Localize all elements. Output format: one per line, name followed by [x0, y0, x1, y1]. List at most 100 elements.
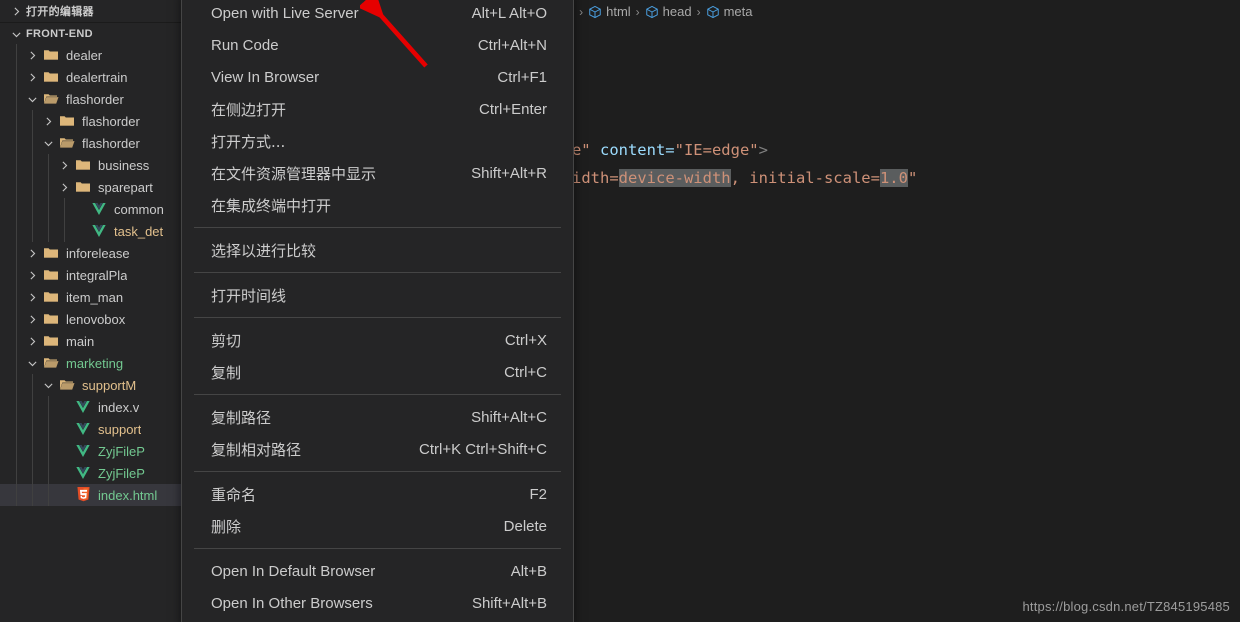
context-menu-item[interactable]: Open In Other BrowsersShift+Alt+B: [182, 587, 573, 619]
context-menu[interactable]: Open with Live ServerAlt+L Alt+ORun Code…: [181, 0, 574, 622]
vue-file-icon: [88, 198, 110, 220]
breadcrumb-item[interactable]: meta: [706, 4, 753, 19]
chevron-right-icon[interactable]: [40, 110, 56, 132]
menu-separator: [194, 272, 561, 273]
tree-item-label: support: [94, 422, 141, 437]
context-menu-item[interactable]: 在文件资源管理器中显示Shift+Alt+R: [182, 157, 573, 189]
vue-file-icon: [72, 462, 94, 484]
context-menu-item[interactable]: View In BrowserCtrl+F1: [182, 61, 573, 93]
symbol-cube-icon: [588, 5, 602, 19]
context-menu-item-label: 复制相对路径: [211, 439, 395, 460]
context-menu-item[interactable]: Open In Default BrowserAlt+B: [182, 555, 573, 587]
context-menu-item-shortcut: Shift+Alt+C: [447, 409, 547, 426]
tree-item-label: flashorder: [62, 92, 124, 107]
breadcrumb-label: html: [606, 4, 631, 19]
context-menu-item-shortcut: Delete: [480, 518, 547, 535]
vue-file-icon: [72, 396, 94, 418]
folder-icon: [40, 66, 62, 88]
context-menu-item[interactable]: 打开时间线: [182, 279, 573, 311]
context-menu-item-shortcut: Shift+Alt+R: [447, 165, 547, 182]
context-menu-item-shortcut: Ctrl+X: [481, 332, 547, 349]
context-menu-item[interactable]: 选择以进行比较: [182, 234, 573, 266]
breadcrumb-separator-icon: ›: [697, 5, 701, 19]
chevron-right-icon[interactable]: [24, 330, 40, 352]
code-token: [591, 141, 600, 159]
breadcrumb-label: head: [663, 4, 692, 19]
context-menu-item-label: Open In Default Browser: [211, 563, 487, 580]
context-menu-item-label: 在侧边打开: [211, 99, 455, 120]
context-menu-item-label: 复制路径: [211, 407, 447, 428]
chevron-down-icon: [8, 26, 24, 42]
context-menu-item-label: 在集成终端中打开: [211, 195, 523, 216]
code-token: content=: [600, 141, 675, 159]
chevron-down-icon[interactable]: [40, 132, 56, 154]
context-menu-item-shortcut: Alt+L Alt+O: [448, 5, 547, 22]
context-menu-item[interactable]: Open with Live ServerAlt+L Alt+O: [182, 0, 573, 29]
context-menu-item[interactable]: 复制相对路径Ctrl+K Ctrl+Shift+C: [182, 433, 573, 465]
html5-file-icon: [72, 484, 94, 506]
open-editors-label: 打开的编辑器: [26, 3, 94, 19]
menu-separator: [194, 227, 561, 228]
folder-icon: [56, 110, 78, 132]
context-menu-item-label: 剪切: [211, 330, 481, 351]
context-menu-item-shortcut: Ctrl+K Ctrl+Shift+C: [395, 441, 547, 458]
tree-item-label: sparepart: [94, 180, 153, 195]
chevron-down-icon[interactable]: [40, 374, 56, 396]
chevron-right-icon[interactable]: [24, 264, 40, 286]
symbol-cube-icon: [645, 5, 659, 19]
folder-open-icon: [56, 374, 78, 396]
code-token: >: [759, 141, 768, 159]
menu-separator: [194, 394, 561, 395]
context-menu-item-label: 重命名: [211, 484, 505, 505]
folder-icon: [72, 154, 94, 176]
breadcrumb-item[interactable]: head: [645, 4, 692, 19]
context-menu-item[interactable]: 在侧边打开Ctrl+Enter: [182, 93, 573, 125]
context-menu-item[interactable]: 删除Delete: [182, 510, 573, 542]
folder-icon: [40, 242, 62, 264]
context-menu-item[interactable]: 打开方式...: [182, 125, 573, 157]
watermark-text: https://blog.csdn.net/TZ845195485: [1022, 599, 1230, 614]
code-token: 1.0: [880, 169, 908, 187]
chevron-right-icon[interactable]: [24, 308, 40, 330]
workspace-label: FRONT-END: [26, 28, 93, 40]
context-menu-item-label: 打开方式...: [211, 131, 523, 152]
context-menu-item[interactable]: 剪切Ctrl+X: [182, 324, 573, 356]
chevron-right-icon[interactable]: [24, 66, 40, 88]
chevron-down-icon[interactable]: [24, 88, 40, 110]
code-token: ": [908, 169, 917, 187]
chevron-right-icon[interactable]: [24, 44, 40, 66]
folder-icon: [40, 44, 62, 66]
chevron-down-icon[interactable]: [24, 352, 40, 374]
context-menu-item-shortcut: Ctrl+Enter: [455, 101, 547, 118]
tree-item-label: lenovobox: [62, 312, 125, 327]
menu-separator: [194, 317, 561, 318]
tree-item-label: integralPla: [62, 268, 127, 283]
folder-icon: [40, 308, 62, 330]
context-menu-item[interactable]: 复制路径Shift+Alt+C: [182, 401, 573, 433]
folder-icon: [40, 264, 62, 286]
context-menu-item-shortcut: Ctrl+Alt+N: [454, 37, 547, 54]
folder-open-icon: [40, 352, 62, 374]
context-menu-item[interactable]: Run CodeCtrl+Alt+N: [182, 29, 573, 61]
chevron-right-icon[interactable]: [56, 176, 72, 198]
tree-item-label: business: [94, 158, 149, 173]
tree-item-label: ZyjFileP: [94, 466, 145, 481]
tree-item-label: task_det: [110, 224, 163, 239]
context-menu-item-label: Open with Live Server: [211, 5, 448, 22]
context-menu-item-shortcut: Alt+B: [487, 563, 547, 580]
context-menu-item[interactable]: 重命名F2: [182, 478, 573, 510]
code-token: device-width: [619, 169, 731, 187]
context-menu-item[interactable]: 在集成终端中打开: [182, 189, 573, 221]
context-menu-item[interactable]: 复制Ctrl+C: [182, 356, 573, 388]
context-menu-item-shortcut: Ctrl+C: [480, 364, 547, 381]
chevron-right-icon[interactable]: [56, 154, 72, 176]
folder-open-icon: [56, 132, 78, 154]
chevron-right-icon[interactable]: [24, 242, 40, 264]
tree-item-label: supportM: [78, 378, 136, 393]
vue-file-icon: [88, 220, 110, 242]
context-menu-item-label: 打开时间线: [211, 285, 523, 306]
breadcrumb-item[interactable]: html: [588, 4, 631, 19]
chevron-right-icon[interactable]: [24, 286, 40, 308]
tree-item-label: index.v: [94, 400, 139, 415]
code-token: "IE=edge": [675, 141, 759, 159]
